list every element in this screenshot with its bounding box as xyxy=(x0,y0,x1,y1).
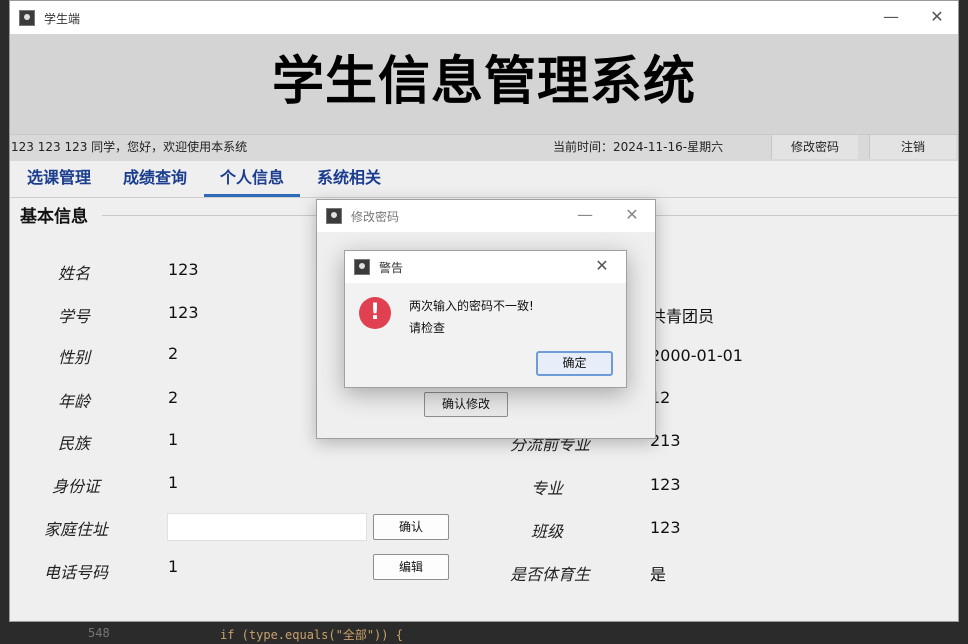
warning-title: 警告 xyxy=(379,261,404,275)
tab-bar: 选课管理 成绩查询 个人信息 系统相关 xyxy=(10,161,958,198)
confirm-change-button[interactable]: 确认修改 xyxy=(424,392,508,417)
value-gender: 2 xyxy=(168,344,179,363)
close-icon[interactable]: ✕ xyxy=(922,7,952,27)
warning-message-line1: 两次输入的密码不一致! xyxy=(409,299,534,313)
value-student-id: 123 xyxy=(168,303,199,322)
label-is-athlete: 是否体育生 xyxy=(509,565,590,584)
java-app-icon xyxy=(326,208,342,224)
section-title: 基本信息 xyxy=(20,207,88,227)
close-icon[interactable]: ✕ xyxy=(587,256,617,276)
value-is-athlete: 是 xyxy=(650,565,667,584)
warning-message-line2: 请检查 xyxy=(409,321,446,335)
home-address-input[interactable] xyxy=(167,513,367,541)
tab-grade-query[interactable]: 成绩查询 xyxy=(112,161,198,195)
value-political-status: 共青团员 xyxy=(650,307,715,326)
home-address-value xyxy=(168,517,172,536)
greeting-text: 123 123 123 同学，您好，欢迎使用本系统 xyxy=(11,140,248,154)
value-phone: 1 xyxy=(168,557,179,576)
banner: 学生信息管理系统 xyxy=(10,34,958,134)
value-ethnicity: 1 xyxy=(168,430,179,449)
tab-course-selection[interactable]: 选课管理 xyxy=(16,161,102,195)
logout-button[interactable]: 注销 xyxy=(869,135,956,159)
value-age: 2 xyxy=(168,388,179,407)
error-icon: ! xyxy=(359,297,391,329)
background-editor: 548 if (type.equals("全部")) { xyxy=(0,622,968,644)
ok-button[interactable]: 确定 xyxy=(536,351,613,376)
java-app-icon xyxy=(19,10,35,26)
label-phone: 电话号码 xyxy=(43,563,108,582)
current-time: 当前时间：2024-11-16-星期六 xyxy=(553,140,724,154)
close-icon[interactable]: ✕ xyxy=(617,205,647,225)
app-title: 学生信息管理系统 xyxy=(271,52,696,112)
code-line-number: 548 xyxy=(88,626,110,640)
tab-personal-info[interactable]: 个人信息 xyxy=(204,161,300,197)
label-ethnicity: 民族 xyxy=(57,434,90,453)
minimize-icon[interactable]: — xyxy=(876,7,906,27)
title-bar[interactable]: 学生端 — ✕ xyxy=(10,1,958,34)
change-password-button[interactable]: 修改密码 xyxy=(771,135,858,159)
value-major: 123 xyxy=(650,475,681,494)
label-student-id: 学号 xyxy=(57,307,90,326)
value-name: 123 xyxy=(168,260,199,279)
phone-edit-button[interactable]: 编辑 xyxy=(373,554,449,580)
dialog-title: 修改密码 xyxy=(351,210,400,224)
value-id-card: 1 xyxy=(168,473,179,492)
value-class: 123 xyxy=(650,518,681,537)
warning-title-bar[interactable]: 警告 ✕ xyxy=(345,251,626,283)
tab-system[interactable]: 系统相关 xyxy=(306,161,392,195)
value-birthdate: 2000-01-01 xyxy=(650,346,743,365)
window-title: 学生端 xyxy=(44,12,81,26)
dialog-title-bar[interactable]: 修改密码 — ✕ xyxy=(317,200,655,232)
status-bar: 123 123 123 同学，您好，欢迎使用本系统 当前时间：2024-11-1… xyxy=(10,134,958,161)
label-gender: 性别 xyxy=(57,348,90,367)
label-name: 姓名 xyxy=(57,264,90,283)
label-home-address: 家庭住址 xyxy=(43,520,108,539)
label-age: 年龄 xyxy=(57,392,90,411)
label-id-card: 身份证 xyxy=(51,477,100,496)
label-major: 专业 xyxy=(530,479,563,498)
code-line: if (type.equals("全部")) { xyxy=(220,628,403,642)
address-confirm-button[interactable]: 确认 xyxy=(373,514,449,540)
label-class: 班级 xyxy=(530,522,563,541)
warning-dialog: 警告 ✕ ! 两次输入的密码不一致! 请检查 确定 xyxy=(344,250,627,388)
minimize-icon[interactable]: — xyxy=(570,205,600,225)
java-app-icon xyxy=(354,259,370,275)
